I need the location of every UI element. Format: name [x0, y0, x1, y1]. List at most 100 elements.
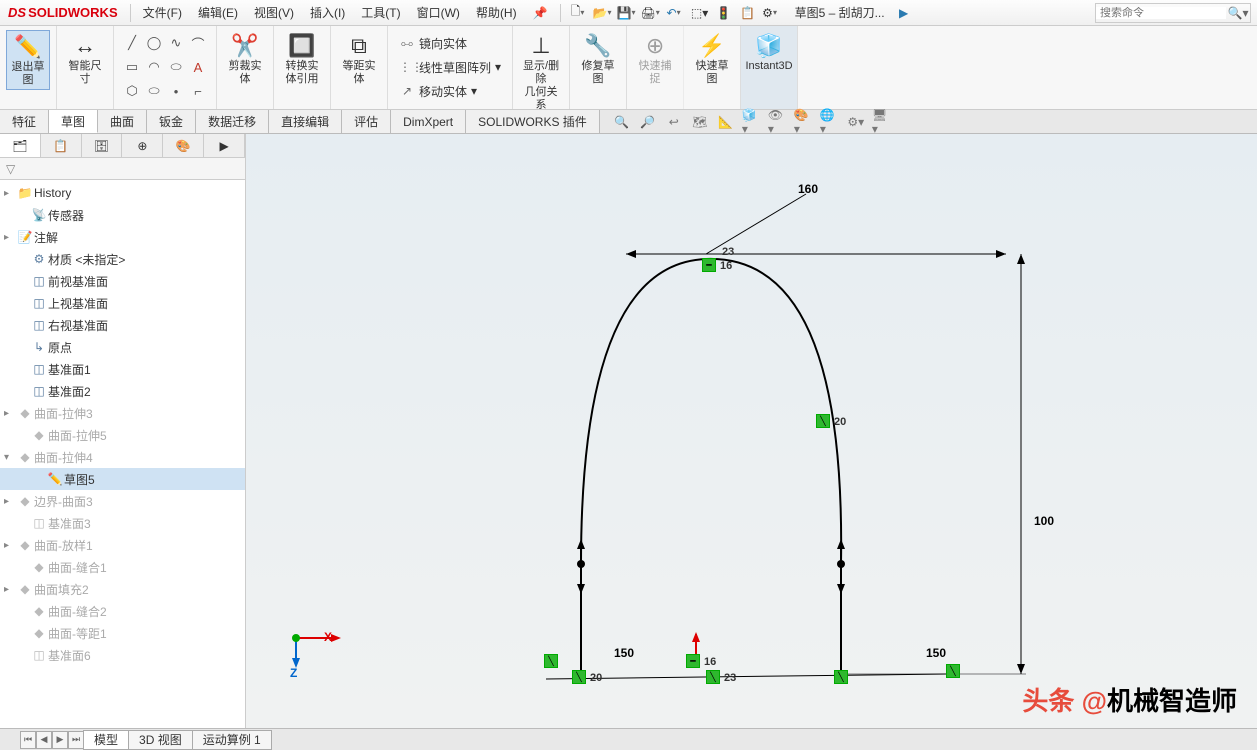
display-style-icon[interactable]: 🧊▾	[742, 112, 762, 132]
new-button[interactable]: 🗋▾	[569, 3, 591, 23]
fm-tab-property[interactable]: 📋	[41, 134, 82, 157]
exit-sketch-button[interactable]: ✏️ 退出草 图	[6, 30, 50, 90]
show-relations-button[interactable]: ⊥ 显示/删除 几何关系	[519, 30, 563, 114]
tree-boundary3[interactable]: ▸◆边界-曲面3	[0, 490, 245, 512]
relation-marker[interactable]: ╲	[834, 670, 848, 684]
settings-button[interactable]: ⚙▾	[761, 3, 783, 23]
arc-tool[interactable]: ◠	[144, 56, 164, 78]
rapid-sketch-button[interactable]: ⚡ 快速草 图	[690, 30, 734, 88]
graphics-area[interactable]: 160 100 150 150 ━ 16 ╲ 20 ╲ ╲ 20 ━ 16 ╲ …	[246, 134, 1257, 728]
relation-marker[interactable]: ╲	[572, 670, 586, 684]
tab-feature[interactable]: 特征	[0, 110, 49, 133]
select-button[interactable]: ⬚▾	[689, 3, 711, 23]
convert-button[interactable]: 🔲 转换实 体引用	[280, 30, 324, 88]
trim-button[interactable]: ✂️ 剪裁实 体	[223, 30, 267, 88]
scene-icon[interactable]: 🌐▾	[820, 112, 840, 132]
relation-marker[interactable]: ╲	[816, 414, 830, 428]
slot-tool[interactable]: ⬭	[144, 80, 164, 102]
zoom-area-icon[interactable]: 🔎	[638, 112, 658, 132]
tree-knit2[interactable]: ◆曲面-缝合2	[0, 600, 245, 622]
tree-extrude4[interactable]: ▾◆曲面-拉伸4	[0, 446, 245, 468]
view-triad[interactable]	[286, 608, 346, 668]
fm-tab-more[interactable]: ▶	[204, 134, 245, 157]
fm-tab-tree[interactable]: 🗂	[0, 134, 41, 157]
tree-material[interactable]: ⚙材质 <未指定>	[0, 248, 245, 270]
fillet-tool[interactable]: ⌐	[188, 80, 208, 102]
circle-tool[interactable]: ◯	[144, 32, 164, 54]
smart-dimension-button[interactable]: ↔ 智能尺 寸	[63, 30, 107, 88]
menu-tools[interactable]: 工具(T)	[353, 0, 408, 25]
hide-show-icon[interactable]: 👁▾	[768, 112, 788, 132]
linear-pattern-button[interactable]: ⋮⋮线性草图阵列 ▾	[396, 56, 504, 78]
tree-front-plane[interactable]: ◫前视基准面	[0, 270, 245, 292]
fm-tab-display[interactable]: 🎨	[163, 134, 204, 157]
tab-direct[interactable]: 直接编辑	[269, 110, 342, 133]
nav-first-icon[interactable]: ⏮	[20, 731, 36, 749]
tree-annotations[interactable]: ▸📝注解	[0, 226, 245, 248]
nav-last-icon[interactable]: ⏭	[68, 731, 84, 749]
bottom-tab-model[interactable]: 模型	[83, 730, 129, 750]
open-button[interactable]: 📂▾	[593, 3, 615, 23]
edit-appearance-icon[interactable]: 🎨▾	[794, 112, 814, 132]
dim-160[interactable]: 160	[798, 182, 818, 196]
mirror-button[interactable]: ⧟镜向实体	[396, 32, 504, 54]
repair-sketch-button[interactable]: 🔧 修复草 图	[576, 30, 620, 88]
section-icon[interactable]: 🗺	[690, 112, 710, 132]
sheet-nav[interactable]: ⏮ ◀ ▶ ⏭	[20, 731, 84, 749]
spline2-tool[interactable]: ⌒	[188, 32, 208, 54]
view-orient-icon[interactable]: 📐	[716, 112, 736, 132]
tab-migrate[interactable]: 数据迁移	[196, 110, 269, 133]
view-settings-icon[interactable]: ⚙▾	[846, 112, 866, 132]
menu-insert[interactable]: 插入(I)	[302, 0, 353, 25]
screen-icon[interactable]: 🖥▾	[872, 112, 892, 132]
tree-plane6[interactable]: ◫基准面6	[0, 644, 245, 666]
tree-sketch5[interactable]: ✏️草图5	[0, 468, 245, 490]
pin-icon[interactable]: 📌	[525, 0, 556, 25]
dim-150-left[interactable]: 150	[614, 646, 634, 660]
instant3d-button[interactable]: 🧊 Instant3D	[747, 30, 791, 75]
tree-fill2[interactable]: ▸◆曲面填充2	[0, 578, 245, 600]
play-icon[interactable]: ▶	[893, 3, 915, 23]
nav-prev-icon[interactable]: ◀	[36, 731, 52, 749]
menu-file[interactable]: 文件(F)	[135, 0, 190, 25]
rebuild-button[interactable]: 🚦	[713, 3, 735, 23]
bottom-tab-3dview[interactable]: 3D 视图	[128, 730, 193, 750]
tree-history[interactable]: ▸📁History	[0, 182, 245, 204]
tab-sketch[interactable]: 草图	[49, 110, 98, 133]
tab-addins[interactable]: SOLIDWORKS 插件	[466, 110, 600, 133]
tree-offset1[interactable]: ◆曲面-等距1	[0, 622, 245, 644]
move-entities-button[interactable]: ↗移动实体 ▾	[396, 80, 504, 102]
relation-marker[interactable]: ╲	[706, 670, 720, 684]
spline-tool[interactable]: ∿	[166, 32, 186, 54]
tree-plane3[interactable]: ◫基准面3	[0, 512, 245, 534]
menu-view[interactable]: 视图(V)	[246, 0, 302, 25]
tree-plane1[interactable]: ◫基准面1	[0, 358, 245, 380]
undo-button[interactable]: ↶▾	[665, 3, 687, 23]
text-tool[interactable]: A	[188, 56, 208, 78]
line-tool[interactable]: ╱	[122, 32, 142, 54]
menu-help[interactable]: 帮助(H)	[468, 0, 525, 25]
options-button[interactable]: 📋	[737, 3, 759, 23]
rect-tool[interactable]: ▭	[122, 56, 142, 78]
tree-origin[interactable]: ↳原点	[0, 336, 245, 358]
tab-sheetmetal[interactable]: 钣金	[147, 110, 196, 133]
search-icon[interactable]: 🔍▾	[1226, 6, 1250, 20]
zoom-fit-icon[interactable]: 🔍	[612, 112, 632, 132]
polygon-tool[interactable]: ⬡	[122, 80, 142, 102]
print-button[interactable]: 🖨▾	[641, 3, 663, 23]
prev-view-icon[interactable]: ↩	[664, 112, 684, 132]
relation-marker[interactable]: ╲	[544, 654, 558, 668]
point-tool[interactable]: •	[166, 80, 186, 102]
tab-surface[interactable]: 曲面	[98, 110, 147, 133]
save-button[interactable]: 💾▾	[617, 3, 639, 23]
offset-button[interactable]: ⧉ 等距实 体	[337, 30, 381, 88]
tree-right-plane[interactable]: ◫右视基准面	[0, 314, 245, 336]
bottom-tab-motion[interactable]: 运动算例 1	[192, 730, 272, 750]
filter-bar[interactable]: ▽	[0, 158, 245, 180]
tab-dimxpert[interactable]: DimXpert	[391, 110, 466, 133]
search-input[interactable]	[1096, 7, 1226, 19]
ellipse-tool[interactable]: ⬭	[166, 56, 186, 78]
tab-evaluate[interactable]: 评估	[342, 110, 391, 133]
tree-knit1[interactable]: ◆曲面-缝合1	[0, 556, 245, 578]
tree-plane2[interactable]: ◫基准面2	[0, 380, 245, 402]
